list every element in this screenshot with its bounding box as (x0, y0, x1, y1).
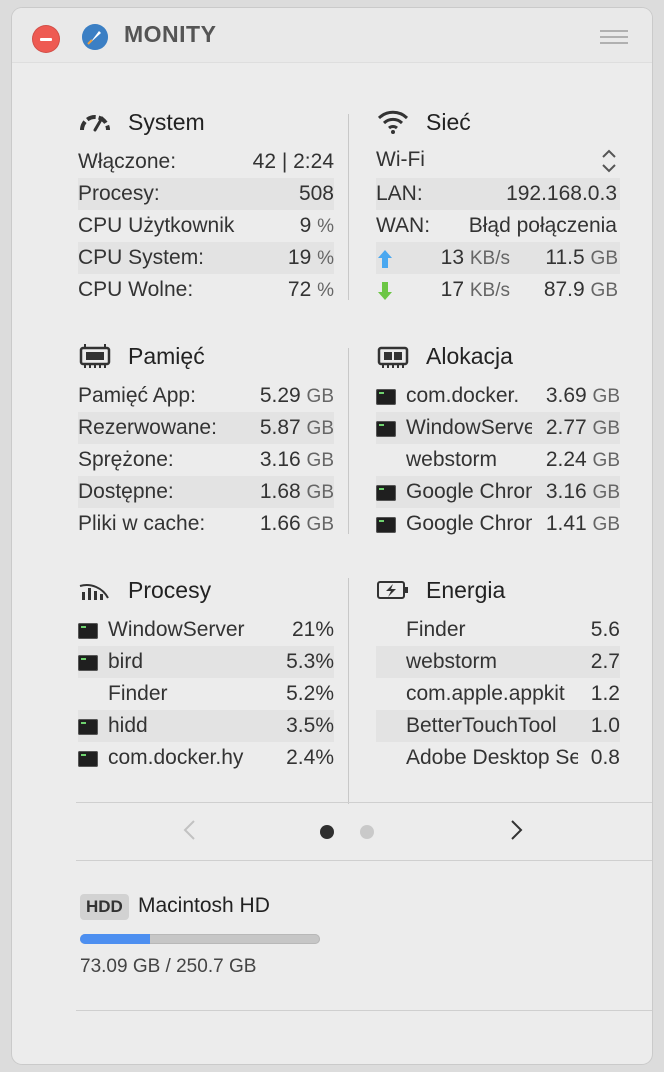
network-row-upload: 13 KB/s 11.5 GB (376, 242, 620, 274)
allocation-title: Alokacja (426, 343, 513, 369)
battery-bolt-icon (376, 576, 410, 604)
disk-name: Macintosh HD (138, 894, 270, 917)
disk-usage-bar (80, 934, 320, 944)
process-row: Finder 5.2% (108, 682, 334, 705)
monity-window: MONITY System Włączone: 42 | 2:24 Proces… (12, 8, 652, 1064)
terminal-app-icon (78, 655, 98, 671)
memory-row: Dostępne: 1.68 GB (78, 476, 334, 508)
page-dot-2[interactable] (360, 825, 374, 839)
wifi-icon (376, 108, 410, 136)
terminal-app-icon (376, 421, 396, 437)
network-row-download: 17 KB/s 87.9 GB (376, 274, 620, 306)
terminal-app-icon (78, 623, 98, 639)
activity-bars-icon (78, 576, 112, 604)
process-row: bird 5.3% (78, 646, 334, 678)
close-button[interactable] (32, 25, 60, 53)
processes-panel: Procesy WindowServer 21% bird 5.3% Finde… (78, 574, 334, 774)
hamburger-menu-icon[interactable] (600, 30, 628, 44)
terminal-app-icon (376, 485, 396, 501)
system-panel: System Włączone: 42 | 2:24 Procesy: 508 … (78, 106, 334, 306)
energy-panel: Energia Finder 5.6 webstorm 2.7 com.appl… (376, 574, 620, 774)
system-row-cpu-idle: CPU Wolne: 72 % (78, 278, 334, 301)
allocation-row: Google Chrome 3.16 GB (376, 476, 620, 508)
speedometer-icon (78, 108, 112, 136)
disk-usage-fill (80, 934, 150, 944)
memory-title: Pamięć (128, 343, 205, 369)
memory-row: Pliki w cache: 1.66 GB (78, 512, 334, 535)
terminal-app-icon (78, 719, 98, 735)
memory-row: Pamięć App: 5.29 GB (78, 384, 334, 407)
chevron-right-icon[interactable] (506, 818, 526, 842)
system-row-processes: Procesy: 508 (78, 178, 334, 210)
memory-panel: Pamięć Pamięć App: 5.29 GB Rezerwowane: … (78, 340, 334, 540)
system-row-cpu-user: CPU Użytkownik 9 % (78, 214, 334, 237)
energy-row: Finder 5.6 (406, 618, 620, 641)
upload-arrow-icon (378, 250, 392, 274)
section-divider (76, 802, 652, 803)
system-title: System (128, 109, 205, 135)
allocation-row: com.docker. 3.69 GB (376, 380, 620, 412)
energy-row: webstorm 2.7 (376, 646, 620, 678)
system-row-cpu-system: CPU System: 19 % (78, 242, 334, 274)
monity-logo-icon (82, 24, 108, 50)
allocation-row: Google Chrome 1.41 GB (376, 508, 620, 540)
energy-row: Adobe Desktop Service 0.8 (406, 746, 620, 769)
download-arrow-icon (378, 282, 392, 306)
page-navigation (76, 804, 652, 860)
disk-usage-text: 73.09 GB / 250.7 GB (80, 956, 257, 977)
network-panel: Sieć Wi-Fi LAN: 192.168.0.3 WAN: Błąd po… (376, 106, 620, 306)
section-divider (76, 1010, 652, 1011)
system-row-uptime: Włączone: 42 | 2:24 (78, 150, 334, 173)
allocation-panel: Alokacja com.docker. 3.69 GB WindowServe… (376, 340, 620, 540)
app-title: MONITY (124, 21, 217, 47)
allocation-row: webstorm 2.24 GB (406, 448, 620, 471)
memory-chip-icon (376, 342, 410, 370)
title-bar: MONITY (12, 8, 652, 63)
terminal-app-icon (78, 751, 98, 767)
section-divider (76, 860, 652, 861)
page-dot-1[interactable] (320, 825, 334, 839)
energy-row: BetterTouchTool 1.0 (376, 710, 620, 742)
processes-title: Procesy (128, 577, 212, 603)
process-row: com.docker.hy 2.4% (78, 742, 334, 774)
column-divider (348, 114, 349, 300)
energy-row: com.apple.appkit 1.2 (406, 682, 620, 705)
process-row: hidd 3.5% (78, 710, 334, 742)
network-title: Sieć (426, 109, 471, 135)
network-row-wan: WAN: Błąd połączenia (376, 214, 617, 237)
memory-chip-icon (78, 342, 112, 370)
terminal-app-icon (376, 389, 396, 405)
network-interface-select[interactable]: Wi-Fi (376, 144, 620, 176)
allocation-row: WindowServer 2.77 GB (376, 412, 620, 444)
column-divider (348, 348, 349, 534)
terminal-app-icon (376, 517, 396, 533)
hdd-badge: HDD (80, 894, 129, 920)
memory-row: Rezerwowane: 5.87 GB (78, 412, 334, 444)
memory-row: Sprężone: 3.16 GB (78, 448, 334, 471)
column-divider (348, 578, 349, 804)
energy-title: Energia (426, 577, 506, 603)
up-down-chevron-icon[interactable] (600, 148, 618, 174)
network-row-lan: LAN: 192.168.0.3 (376, 178, 620, 210)
chevron-left-icon[interactable] (180, 818, 200, 842)
process-row: WindowServer 21% (78, 614, 334, 646)
